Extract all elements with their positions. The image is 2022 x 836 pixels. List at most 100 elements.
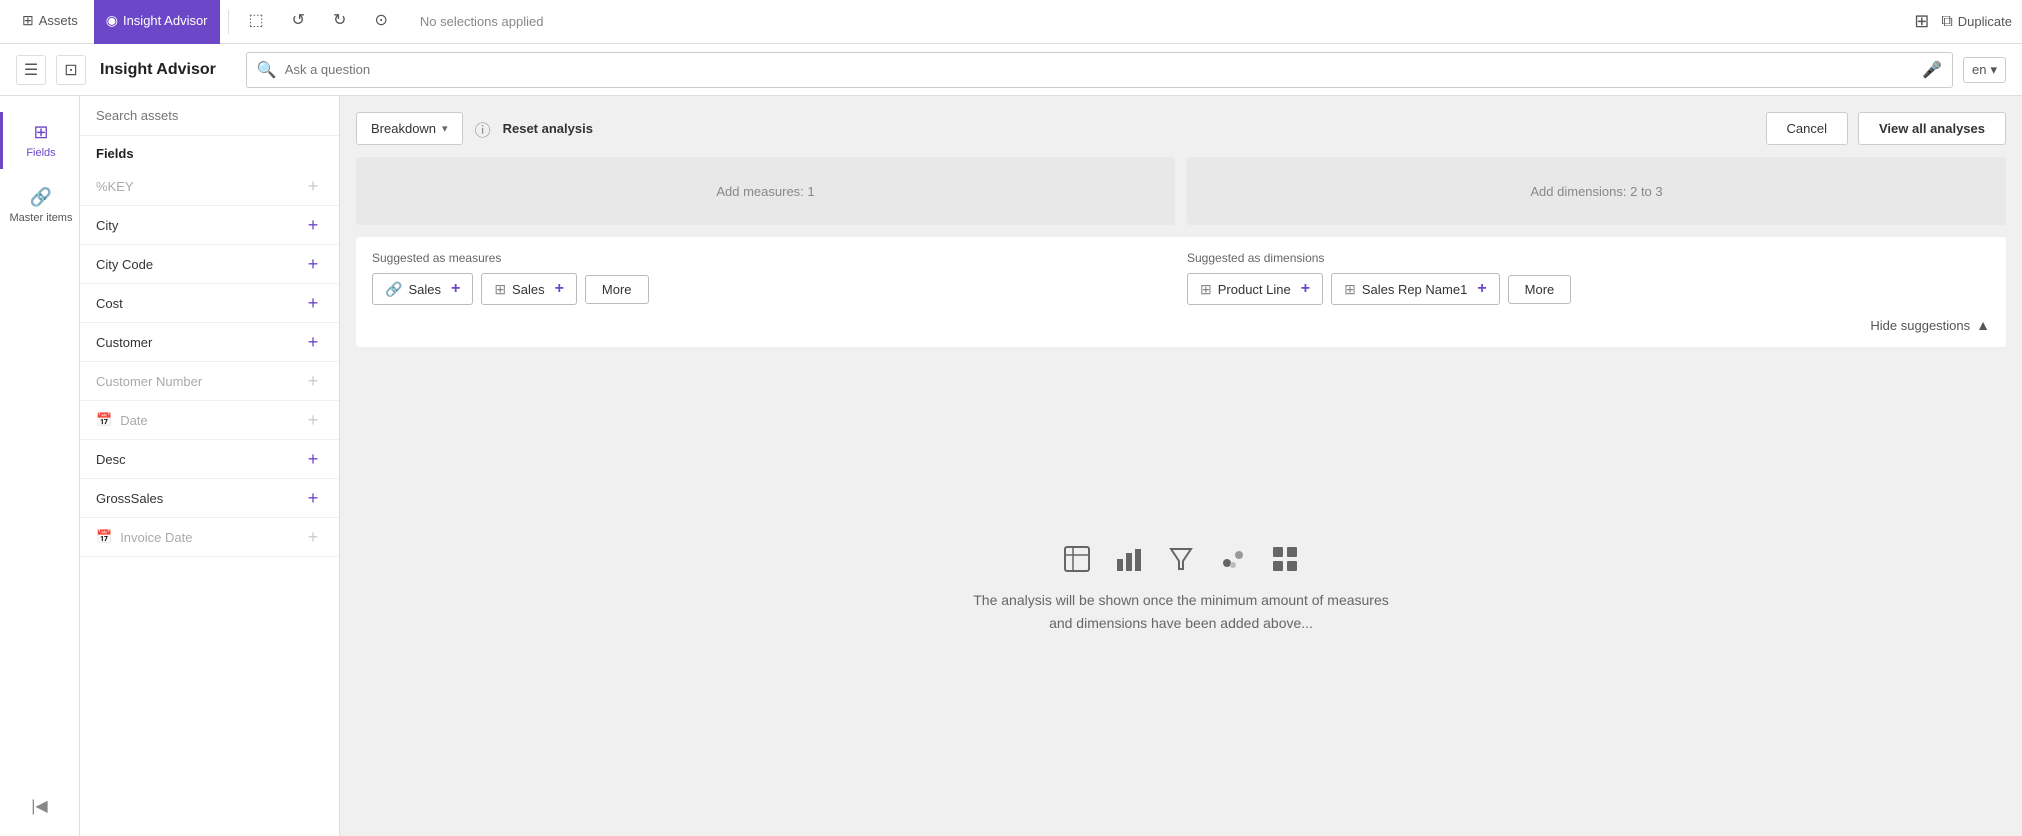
nav-insight-advisor[interactable]: ◉ Insight Advisor [94,0,220,44]
dimensions-more-label: More [1525,282,1555,297]
panel-toggle-2[interactable]: ⊡ [56,55,86,85]
search-icon: 🔍 [257,60,277,80]
field-add-invoice-date[interactable]: + [303,527,323,547]
field-label-cost: Cost [96,296,123,311]
cancel-button[interactable]: Cancel [1766,112,1848,145]
add-dimensions-box[interactable]: Add dimensions: 2 to 3 [1187,157,2006,225]
list-item: Customer + [80,323,339,362]
field-label-gross-sales: GrossSales [96,491,163,506]
sidebar-bottom: |◀ [0,788,79,836]
content-area: Breakdown ▾ ⓘ Reset analysis Cancel View… [340,96,2022,836]
empty-state-text: The analysis will be shown once the mini… [973,589,1389,634]
empty-funnel-icon [1167,545,1195,573]
nav-select-tool-3[interactable]: ↻ [321,0,358,44]
field-add-city[interactable]: + [303,215,323,235]
fields-search-input[interactable] [96,108,323,123]
measures-more-button[interactable]: More [585,275,649,304]
view-all-button[interactable]: View all analyses [1858,112,2006,145]
chip-label-product-line: Product Line [1218,282,1291,297]
breakdown-caret-icon: ▾ [442,122,448,135]
view-all-label: View all analyses [1879,121,1985,136]
chip-add-product-line[interactable]: + [1301,280,1310,298]
measure-chip-sales-link[interactable]: 🔗 Sales + [372,273,473,305]
language-selector[interactable]: en ▾ [1963,57,2006,83]
lang-caret-icon: ▾ [1990,62,1997,78]
dimensions-more-button[interactable]: More [1508,275,1572,304]
nav-select-tool-2[interactable]: ↺ [280,0,317,44]
master-items-icon: 🔗 [30,187,52,208]
list-item: City + [80,206,339,245]
reset-label: Reset analysis [503,121,593,136]
select-icon-2: ↺ [292,10,305,30]
list-item: 📅 Invoice Date + [80,518,339,557]
field-add-customer-number[interactable]: + [303,371,323,391]
sidebar-item-fields[interactable]: ⊞ Fields [0,112,79,169]
empty-icons [1063,545,1299,573]
chip-label-sales-rep: Sales Rep Name1 [1362,282,1468,297]
fields-list: %KEY + City + City Code + Cost + Custome… [80,167,339,836]
nav-select-tool-4[interactable]: ⊙ [362,0,399,44]
mic-icon[interactable]: 🎤 [1922,60,1942,80]
dimension-chip-sales-rep[interactable]: ⊞ Sales Rep Name1 + [1331,273,1500,305]
advisor-title: Insight Advisor [100,61,216,79]
field-label-percent-key: %KEY [96,179,134,194]
field-add-date[interactable]: + [303,410,323,430]
field-label-desc: Desc [96,452,126,467]
empty-scatter-icon [1219,545,1247,573]
breakdown-button[interactable]: Breakdown ▾ [356,112,463,145]
sidebar-master-label: Master items [10,212,73,224]
list-item: %KEY + [80,167,339,206]
list-item: Desc + [80,440,339,479]
duplicate-label: Duplicate [1958,14,2012,29]
search-input[interactable] [285,62,1914,77]
dimensions-suggestions-label: Suggested as dimensions [1187,251,1990,265]
duplicate-icon: ⧉ [1941,13,1952,31]
search-bar: 🔍 🎤 [246,52,1953,88]
field-add-gross-sales[interactable]: + [303,488,323,508]
add-measures-box[interactable]: Add measures: 1 [356,157,1175,225]
list-item: Cost + [80,284,339,323]
measure-chip-sales-table[interactable]: ⊞ Sales + [481,273,577,305]
breakdown-label: Breakdown [371,121,436,136]
nav-assets[interactable]: ⊞ Assets [10,0,90,44]
field-add-city-code[interactable]: + [303,254,323,274]
field-add-percent-key[interactable]: + [303,176,323,196]
chip-add-sales-rep[interactable]: + [1477,280,1486,298]
chip-label-sales-1: Sales [408,282,441,297]
cancel-label: Cancel [1787,121,1827,136]
invoice-date-calendar-icon: 📅 [96,529,112,545]
top-nav: ⊞ Assets ◉ Insight Advisor ⬚ ↺ ↻ ⊙ No se… [0,0,2022,44]
top-nav-right: ⊞ ⧉ Duplicate [1914,11,2012,32]
table-icon-3: ⊞ [1344,281,1356,298]
hide-suggestions-label: Hide suggestions [1870,318,1970,333]
empty-table-icon [1063,545,1091,573]
fields-search-area [80,96,339,136]
panel-toggle-icon-1: ☰ [24,60,38,80]
date-calendar-icon: 📅 [96,412,112,428]
measures-suggestions-label: Suggested as measures [372,251,1175,265]
info-icon[interactable]: ⓘ [475,117,491,141]
field-add-customer[interactable]: + [303,332,323,352]
nav-insight-label: Insight Advisor [123,13,208,28]
reset-button[interactable]: Reset analysis [503,121,593,136]
sidebar-item-master-items[interactable]: 🔗 Master items [0,177,79,234]
duplicate-button[interactable]: ⧉ Duplicate [1941,13,2012,31]
field-add-cost[interactable]: + [303,293,323,313]
sidebar-collapse-button[interactable]: |◀ [23,788,55,824]
field-label-date: 📅 Date [96,412,148,428]
hide-suggestions-row[interactable]: Hide suggestions ▲ [372,317,1990,333]
dimension-chip-product-line[interactable]: ⊞ Product Line + [1187,273,1323,305]
field-add-desc[interactable]: + [303,449,323,469]
list-item: Customer Number + [80,362,339,401]
chip-add-sales-1[interactable]: + [451,280,460,298]
table-icon-2: ⊞ [1200,281,1212,298]
select-icon-3: ↻ [333,10,346,30]
nav-select-tool-1[interactable]: ⬚ [237,0,276,44]
panel-toggle-1[interactable]: ☰ [16,55,46,85]
field-label-customer-number: Customer Number [96,374,202,389]
fields-header: Fields [80,136,339,167]
empty-grid-icon [1271,545,1299,573]
chip-add-sales-2[interactable]: + [555,280,564,298]
link-icon: 🔗 [385,281,402,298]
list-item: City Code + [80,245,339,284]
